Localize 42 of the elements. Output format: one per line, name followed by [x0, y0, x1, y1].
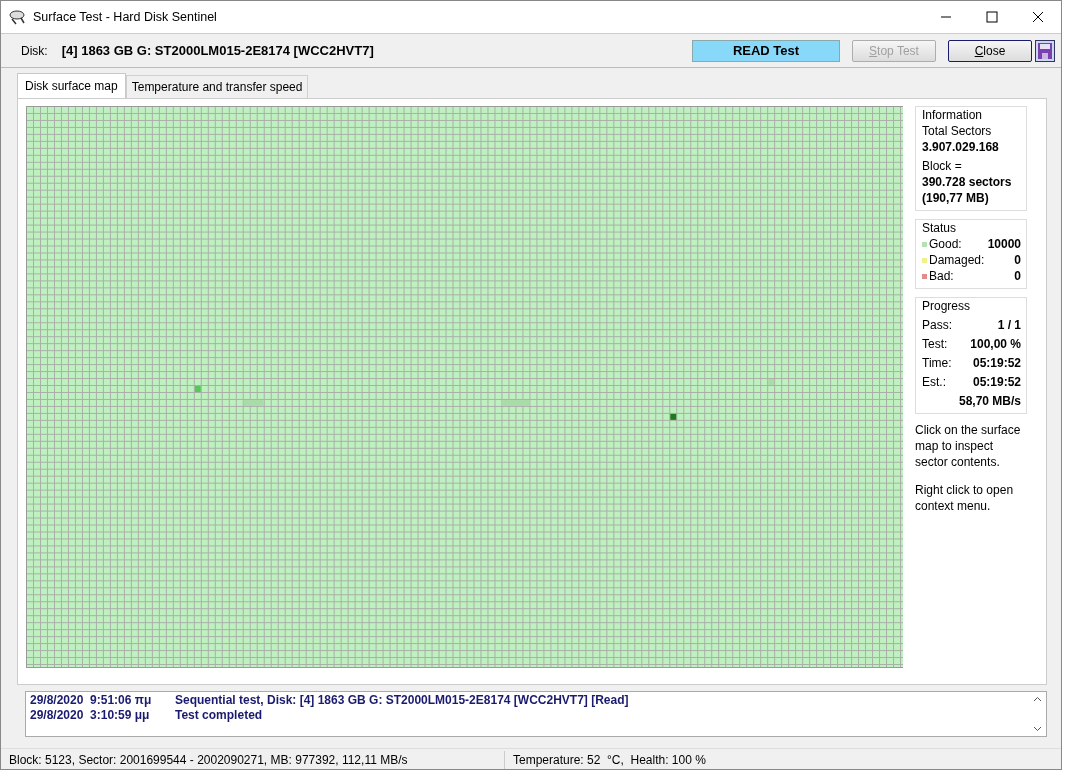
- progress-label: Pass:: [922, 317, 952, 333]
- maximize-icon[interactable]: [986, 11, 998, 23]
- status-count: 0: [1014, 268, 1021, 284]
- save-icon[interactable]: [1035, 39, 1055, 62]
- log-timestamp: 29/8/2020 9:51:06 πμ: [30, 693, 153, 708]
- block-size-value: (190,77 MB): [922, 190, 990, 206]
- total-sectors-label: Total Sectors: [922, 123, 993, 139]
- hint-text: Click on the surface map to inspect sector contents.: [915, 422, 1022, 470]
- disk-name: [4] 1863 GB G: ST2000LM015-2E8174 [WCC2HVT7]: [61, 41, 374, 60]
- log-message: Sequential test, Disk: [4] 1863 GB G: ST2000LM015-2E8174 [WCC2HVT7] [Read]: [175, 693, 629, 708]
- progress-value: 05:19:52: [972, 374, 1021, 390]
- hint-text: Right click to open context menu.: [915, 482, 1015, 514]
- transfer-speed: 58,70 MB/s: [958, 393, 1021, 409]
- progress-label: Est.:: [922, 374, 946, 390]
- close-icon[interactable]: [1032, 11, 1044, 23]
- status-count: 0: [1014, 252, 1021, 268]
- log-message: Test completed: [175, 708, 263, 723]
- disk-sentinel-logo-icon: [9, 9, 27, 25]
- progress-label: Time:: [922, 355, 952, 371]
- close-button[interactable]: Close: [948, 39, 1032, 62]
- scroll-up-icon[interactable]: [1033, 696, 1042, 702]
- disk-label: Disk:: [21, 42, 48, 60]
- progress-title: Progress: [922, 298, 973, 314]
- total-sectors-value: 3.907.029.168: [922, 139, 1000, 155]
- tab[interactable]: Disk surface map: [17, 73, 126, 98]
- log-timestamp: 29/8/2020 3:10:59 μμ: [30, 708, 151, 723]
- window-title: Surface Test - Hard Disk Sentinel: [33, 8, 217, 26]
- progress-value: 100,00 %: [970, 336, 1021, 352]
- block-label: Block =: [922, 158, 963, 174]
- progress-value: 1 / 1: [997, 317, 1021, 333]
- status-bar-text: Block: 5123, Sector: 2001699544 - 2002090271, MB: 977392, 112,11 MB/s: [8, 751, 409, 769]
- test-mode-indicator[interactable]: READ Test: [692, 39, 840, 62]
- tab[interactable]: Temperature and transfer speed: [125, 75, 309, 98]
- status-bar-text: Temperature: 52 °C, Health: 100 %: [504, 750, 706, 769]
- progress-label: Test:: [922, 336, 948, 352]
- block-sectors-value: 390.728 sectors: [922, 174, 1013, 190]
- status-label: Good:: [929, 237, 962, 251]
- status-count: 10000: [987, 236, 1021, 252]
- status-label: Damaged:: [929, 253, 985, 267]
- scroll-down-icon[interactable]: [1033, 726, 1042, 732]
- progress-value: 05:19:52: [972, 355, 1021, 371]
- status-label: Bad:: [929, 269, 954, 283]
